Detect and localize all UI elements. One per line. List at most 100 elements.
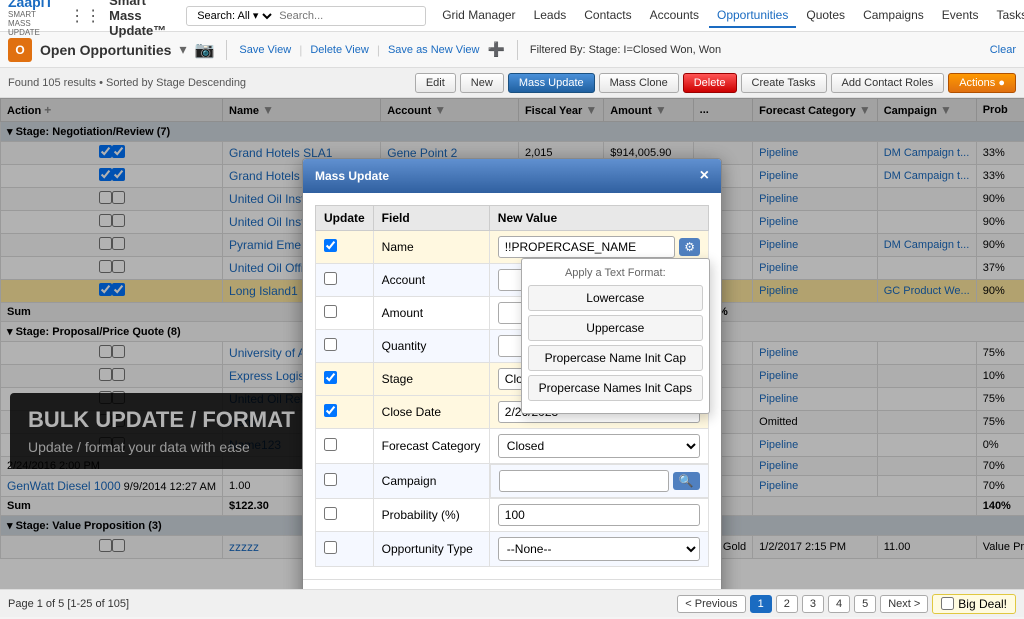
modal-overlay: Mass Update × Update Field New Value [0,98,1024,589]
logo-text: ZaaplT [8,0,53,10]
top-nav: ZaaplT SMART MASS UPDATE ⋮⋮ Smart Mass U… [0,0,1024,32]
name-field-label: Name [373,231,489,264]
nav-campaigns[interactable]: Campaigns [855,4,932,28]
probability-check-cell[interactable] [316,499,374,532]
page-info: Page 1 of 5 [1-25 of 105] [8,598,673,610]
name-input[interactable] [498,236,675,258]
view-icon-letter: O [15,43,24,57]
search-input[interactable] [279,10,419,22]
delete-button[interactable]: Delete [683,73,737,93]
modal-row-opp-type: Opportunity Type --None-- Existing Busin… [316,532,709,567]
filter-info: Filtered By: Stage: I=Closed Won, Won [530,44,982,56]
mass-update-button[interactable]: Mass Update [508,73,595,93]
close-date-check-cell[interactable] [316,396,374,429]
format-uppercase-button[interactable]: Uppercase [528,315,703,341]
quantity-check-cell[interactable] [316,330,374,363]
new-icon[interactable]: ➕ [487,41,504,58]
probability-input[interactable] [498,504,700,526]
col-field-header: Field [373,206,489,231]
mass-clone-button[interactable]: Mass Clone [599,73,679,93]
view-title: Open Opportunities [40,42,171,58]
nav-grid-manager[interactable]: Grid Manager [434,4,523,28]
save-view-link[interactable]: Save View [239,44,291,56]
amount-checkbox[interactable] [324,305,337,318]
page-1-button[interactable]: 1 [750,595,772,613]
forecast-check-cell[interactable] [316,429,374,464]
campaign-search-button[interactable]: 🔍 [673,472,700,490]
nav-tasks[interactable]: Tasks [988,4,1024,28]
campaign-field-label: Campaign [373,464,489,499]
edit-button[interactable]: Edit [415,73,456,93]
create-tasks-button[interactable]: Create Tasks [741,73,827,93]
campaign-input[interactable] [499,470,669,492]
modal-row-name: Name ⚙ Apply a Text Format: Lowercase [316,231,709,264]
nav-accounts[interactable]: Accounts [642,4,707,28]
modal-row-forecast-category: Forecast Category Closed Pipeline Omitte… [316,429,709,464]
name-checkbox[interactable] [324,239,337,252]
grid-icon[interactable]: ⋮⋮ [69,6,101,26]
forecast-field-value-cell: Closed Pipeline Omitted [489,429,708,464]
toolbar: Found 105 results • Sorted by Stage Desc… [0,68,1024,98]
nav-leads[interactable]: Leads [526,4,575,28]
page-2-button[interactable]: 2 [776,595,798,613]
stage-check-cell[interactable] [316,363,374,396]
modal-row-campaign: Campaign 🔍 [316,464,709,499]
campaign-checkbox[interactable] [324,473,337,486]
amount-field-label: Amount [373,297,489,330]
search-scope-select[interactable]: Search: All ▾ [193,9,275,23]
format-propercase-init-caps-button[interactable]: Propercase Names Init Caps [528,375,703,401]
view-dropdown-arrow[interactable]: ▾ [179,41,186,58]
nav-events[interactable]: Events [934,4,987,28]
probability-field-value-cell [489,499,708,532]
delete-view-link[interactable]: Delete View [310,44,369,56]
page-3-button[interactable]: 3 [802,595,824,613]
format-propercase-init-cap-button[interactable]: Propercase Name Init Cap [528,345,703,371]
modal-close-button[interactable]: × [700,167,709,185]
next-page-button[interactable]: Next > [880,595,928,613]
big-deal-notice: Big Deal! [932,594,1016,614]
clear-filter-link[interactable]: Clear [990,44,1016,56]
big-deal-checkbox[interactable] [941,597,954,610]
gear-button[interactable]: ⚙ [679,238,700,256]
amount-check-cell[interactable] [316,297,374,330]
quantity-checkbox[interactable] [324,338,337,351]
save-as-new-link[interactable]: Save as New View [388,44,480,56]
opp-type-checkbox[interactable] [324,541,337,554]
account-check-cell[interactable] [316,264,374,297]
big-deal-label: Big Deal! [958,597,1007,611]
name-field-value-cell: ⚙ Apply a Text Format: Lowercase Upperca… [489,231,708,264]
modal-body: Update Field New Value Name [303,193,721,579]
forecast-select[interactable]: Closed Pipeline Omitted [498,434,700,458]
new-button[interactable]: New [460,73,504,93]
forecast-checkbox[interactable] [324,438,337,451]
name-check-cell[interactable] [316,231,374,264]
stage-field-label: Stage [373,363,489,396]
modal-title: Mass Update [315,169,389,183]
probability-checkbox[interactable] [324,507,337,520]
modal-row-probability: Probability (%) [316,499,709,532]
prev-page-button[interactable]: < Previous [677,595,745,613]
probability-field-label: Probability (%) [373,499,489,532]
opp-type-check-cell[interactable] [316,532,374,567]
bottom-bar: Page 1 of 5 [1-25 of 105] < Previous 1 2… [0,589,1024,617]
modal-fields-table: Update Field New Value Name [315,205,709,567]
nav-quotes[interactable]: Quotes [798,4,853,28]
app-logo: ZaaplT SMART MASS UPDATE [8,0,53,37]
format-lowercase-button[interactable]: Lowercase [528,285,703,311]
add-contact-roles-button[interactable]: Add Contact Roles [831,73,945,93]
text-format-popup: Apply a Text Format: Lowercase Uppercase… [521,258,710,414]
opp-type-field-value-cell: --None-- Existing Business New Business [489,532,708,567]
page-4-button[interactable]: 4 [828,595,850,613]
account-checkbox[interactable] [324,272,337,285]
nav-opportunities[interactable]: Opportunities [709,4,796,28]
results-info: Found 105 results • Sorted by Stage Desc… [8,77,411,89]
close-date-checkbox[interactable] [324,404,337,417]
main-content: Action + Name ▼ Account ▼ Fiscal Year ▼ … [0,98,1024,589]
opp-type-select[interactable]: --None-- Existing Business New Business [498,537,700,561]
campaign-check-cell[interactable] [316,464,374,499]
stage-checkbox[interactable] [324,371,337,384]
nav-contacts[interactable]: Contacts [576,4,639,28]
page-5-button[interactable]: 5 [854,595,876,613]
mass-update-modal: Mass Update × Update Field New Value [302,158,722,589]
actions-button[interactable]: Actions ● [948,73,1016,93]
